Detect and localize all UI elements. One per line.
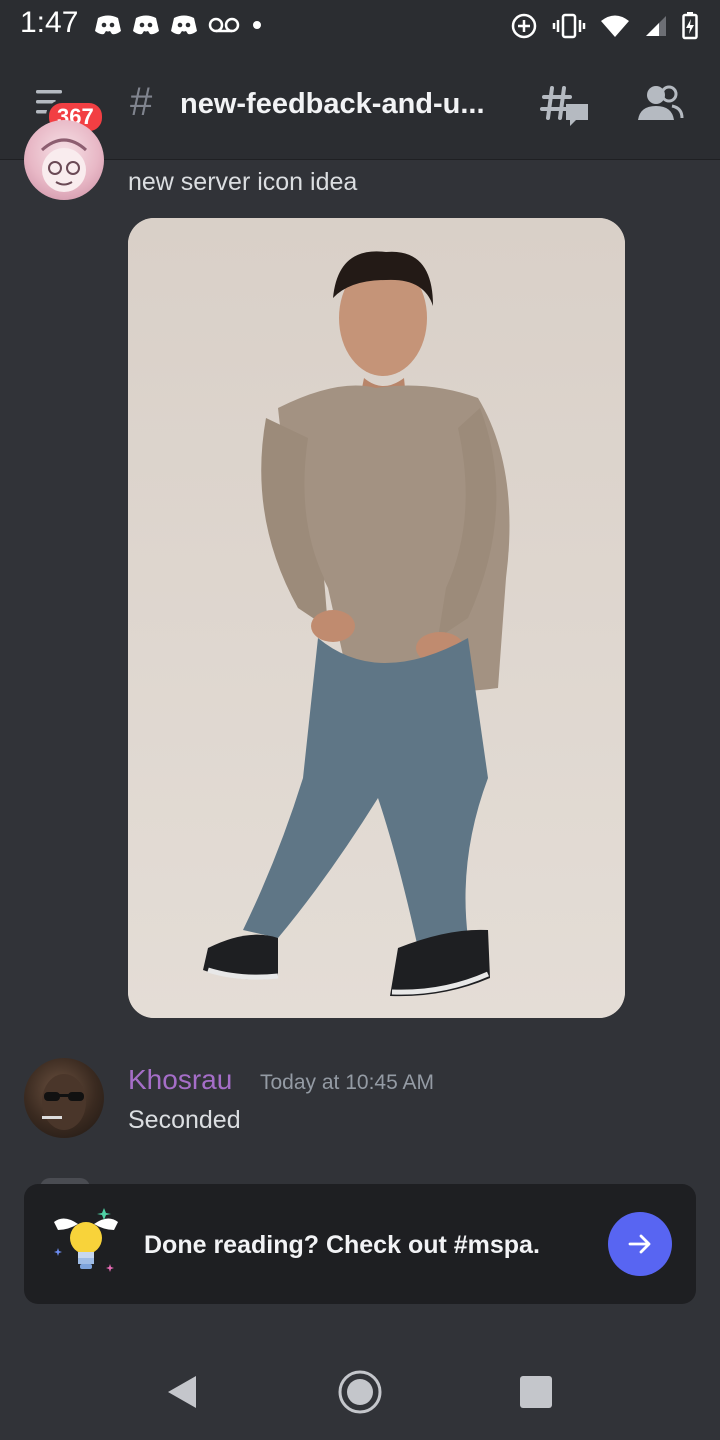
status-time: 1:47 — [20, 6, 79, 39]
battery-charging-icon — [682, 12, 698, 40]
channel-title[interactable]: new-feedback-and-u... — [180, 88, 510, 121]
data-saver-icon — [511, 13, 537, 39]
home-icon[interactable] — [336, 1368, 384, 1416]
channel-hash-icon: # — [130, 80, 153, 124]
arrow-right-icon — [628, 1234, 651, 1254]
image-attachment[interactable] — [128, 218, 625, 1018]
discord-icon — [95, 15, 121, 35]
avatar-illustration — [40, 138, 88, 192]
attachment-photo — [128, 218, 625, 1018]
message-author[interactable]: Khosrau — [128, 1064, 232, 1096]
discord-icon — [133, 15, 159, 35]
back-icon[interactable] — [164, 1374, 198, 1410]
channel-header: 367 # new-feedback-and-u... — [0, 52, 720, 160]
notification-icons — [94, 14, 264, 36]
message-content: Seconded — [128, 1106, 241, 1134]
voicemail-icon — [208, 17, 240, 33]
discord-icon — [171, 15, 197, 35]
avatar[interactable] — [24, 1058, 104, 1138]
threads-icon — [540, 86, 588, 126]
threads-button[interactable] — [540, 84, 592, 130]
members-button[interactable] — [636, 84, 684, 124]
recents-icon[interactable] — [520, 1376, 552, 1408]
message-timestamp: Today at 10:45 AM — [260, 1071, 434, 1094]
avatar[interactable] — [24, 120, 104, 200]
message-content: new server icon idea — [128, 168, 358, 196]
wifi-icon — [601, 15, 629, 37]
banner-message: Done reading? Check out #mspa. — [144, 1231, 540, 1259]
avatar-illustration — [42, 1074, 86, 1130]
signal-icon — [646, 16, 666, 36]
system-icons — [510, 12, 698, 40]
dot-icon — [253, 21, 261, 29]
members-icon — [638, 85, 684, 120]
go-to-channel-button[interactable] — [608, 1212, 672, 1276]
lightbulb-icon — [48, 1204, 124, 1284]
vibrate-icon — [552, 13, 586, 39]
done-reading-banner: Done reading? Check out #mspa. — [24, 1184, 696, 1304]
status-bar: 1:47 — [0, 0, 720, 52]
system-navigation-bar — [0, 1340, 720, 1440]
